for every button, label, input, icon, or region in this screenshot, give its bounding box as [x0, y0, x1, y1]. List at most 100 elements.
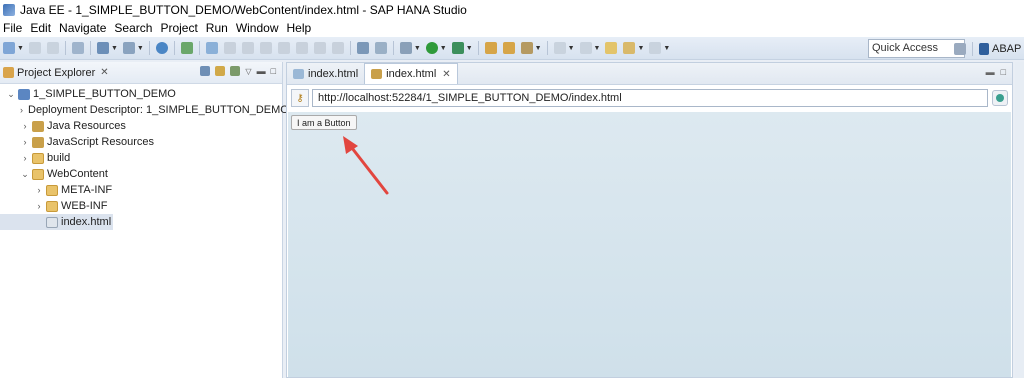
maximize-icon[interactable]: □ — [271, 66, 276, 76]
minimize-icon[interactable]: ▬ — [986, 67, 995, 77]
quick-access-input[interactable]: Quick Access — [868, 39, 965, 58]
chevron-down-icon[interactable]: ▼ — [535, 45, 542, 52]
tab-index-html-2[interactable]: index.html ✕ — [364, 63, 458, 84]
open-folder-icon[interactable] — [502, 42, 515, 54]
last-edit-icon[interactable] — [605, 42, 618, 54]
annotation-icon[interactable] — [553, 42, 566, 54]
tree-item[interactable]: ⌄ WebContent — [0, 166, 282, 182]
suspend-icon[interactable] — [241, 42, 254, 54]
close-icon[interactable]: ✕ — [442, 69, 450, 80]
tree-item[interactable]: index.html — [0, 214, 114, 230]
format-icon[interactable] — [356, 42, 369, 54]
menu-run[interactable]: Run — [203, 21, 233, 35]
abap-perspective-button[interactable]: ABAP — [976, 42, 1024, 55]
key-icon[interactable]: ⚷ — [291, 89, 309, 107]
chevron-down-icon[interactable]: ▼ — [663, 45, 670, 52]
project-explorer-title[interactable]: Project Explorer — [17, 67, 95, 79]
tools-icon[interactable] — [122, 42, 135, 54]
chevron-right-icon[interactable]: › — [20, 153, 30, 163]
editor-window-controls: ▬ □ — [986, 67, 1006, 77]
menu-help[interactable]: Help — [284, 21, 317, 35]
minimize-icon[interactable]: ▬ — [257, 66, 266, 76]
title-bar: Java EE - 1_SIMPLE_BUTTON_DEMO/WebConten… — [0, 0, 1024, 19]
tree-item-label: Java Resources — [47, 120, 126, 132]
chevron-down-icon[interactable]: ▼ — [594, 45, 601, 52]
menu-edit[interactable]: Edit — [27, 21, 56, 35]
back-icon[interactable] — [623, 42, 636, 54]
toolbar-separator — [89, 41, 91, 55]
view-menu-icon[interactable]: ▽ — [245, 67, 251, 76]
tree-item[interactable]: › Java Resources — [0, 118, 282, 134]
tree-item-label: JavaScript Resources — [47, 136, 154, 148]
menu-navigate[interactable]: Navigate — [56, 21, 111, 35]
disconnect-icon[interactable] — [277, 42, 290, 54]
prev-annotation-icon[interactable] — [579, 42, 592, 54]
chevron-down-icon[interactable]: ▼ — [568, 45, 575, 52]
perspective-switcher: ABAP — [954, 37, 1024, 60]
chevron-right-icon[interactable]: › — [20, 105, 23, 115]
editor-area: index.html index.html ✕ ▬ □ ⚷ http://loc… — [286, 62, 1013, 378]
tree-item[interactable]: › JavaScript Resources — [0, 134, 282, 150]
menu-search[interactable]: Search — [111, 21, 157, 35]
chevron-down-icon[interactable]: ▼ — [440, 45, 447, 52]
chevron-down-icon[interactable]: ▼ — [17, 45, 24, 52]
outline-icon[interactable] — [374, 42, 387, 54]
link-with-editor-icon[interactable] — [215, 66, 226, 76]
close-icon[interactable]: ✕ — [100, 67, 108, 78]
debug-icon[interactable] — [180, 42, 193, 54]
server-icon[interactable] — [96, 42, 109, 54]
tab-label: index.html — [308, 67, 359, 80]
go-icon — [996, 94, 1004, 102]
toolbar-separator — [972, 41, 973, 56]
chevron-down-icon[interactable]: ▼ — [414, 45, 421, 52]
tab-index-html-1[interactable]: index.html — [287, 63, 364, 84]
main-toolbar: ▼ ▼ ▼ ▼ ▼ ▼ ▼ ▼ ▼ ▼ ▼ Quick Access ABAP — [0, 37, 1024, 60]
new-icon[interactable] — [3, 42, 15, 54]
go-button[interactable] — [992, 90, 1008, 106]
open-type-icon[interactable] — [484, 42, 497, 54]
tree-item[interactable]: ⌄ 1_SIMPLE_BUTTON_DEMO — [0, 86, 282, 102]
external-tools-icon[interactable] — [451, 42, 464, 54]
tree-item[interactable]: › WEB-INF — [0, 198, 282, 214]
page-button[interactable]: I am a Button — [291, 115, 357, 130]
chevron-right-icon[interactable]: › — [20, 121, 30, 131]
tree-item[interactable]: › META-INF — [0, 182, 282, 198]
chevron-down-icon[interactable]: ▼ — [111, 45, 118, 52]
tree-item[interactable]: › build — [0, 150, 282, 166]
skip-icon[interactable] — [205, 42, 218, 54]
chevron-down-icon[interactable]: ▼ — [466, 45, 473, 52]
chevron-right-icon[interactable]: › — [20, 137, 30, 147]
chevron-right-icon[interactable]: › — [34, 201, 44, 211]
menu-project[interactable]: Project — [157, 21, 202, 35]
open-perspective-icon[interactable] — [954, 42, 966, 55]
globe-icon[interactable] — [155, 42, 168, 54]
html-file-icon — [46, 216, 58, 228]
tree-item-label: index.html — [61, 216, 112, 228]
resume-icon[interactable] — [223, 42, 236, 54]
filter-icon[interactable] — [230, 66, 241, 76]
step-over-icon[interactable] — [313, 42, 326, 54]
chevron-down-icon[interactable]: ⌄ — [20, 169, 30, 180]
tree-item[interactable]: › Deployment Descriptor: 1_SIMPLE_BUTTON_… — [0, 102, 289, 118]
menu-bar: File Edit Navigate Search Project Run Wi… — [0, 19, 1024, 37]
collapse-all-icon[interactable] — [200, 66, 211, 76]
chevron-down-icon[interactable]: ▼ — [137, 45, 144, 52]
save-icon[interactable] — [28, 42, 41, 54]
chevron-down-icon[interactable]: ▼ — [637, 45, 644, 52]
chevron-right-icon[interactable]: › — [34, 185, 44, 195]
pin-icon[interactable] — [520, 42, 533, 54]
terminate-icon[interactable] — [259, 42, 272, 54]
settings-icon[interactable] — [399, 42, 412, 54]
url-input[interactable]: http://localhost:52284/1_SIMPLE_BUTTON_D… — [312, 89, 988, 107]
run-icon[interactable] — [425, 42, 438, 54]
menu-file[interactable]: File — [0, 21, 27, 35]
print-icon[interactable] — [71, 42, 84, 54]
toolbar-separator — [64, 41, 66, 55]
menu-window[interactable]: Window — [233, 21, 284, 35]
step-into-icon[interactable] — [295, 42, 308, 54]
maximize-icon[interactable]: □ — [1001, 67, 1006, 77]
chevron-down-icon[interactable]: ⌄ — [6, 89, 16, 100]
save-all-icon[interactable] — [46, 42, 59, 54]
step-return-icon[interactable] — [331, 42, 344, 54]
forward-icon[interactable] — [649, 42, 662, 54]
